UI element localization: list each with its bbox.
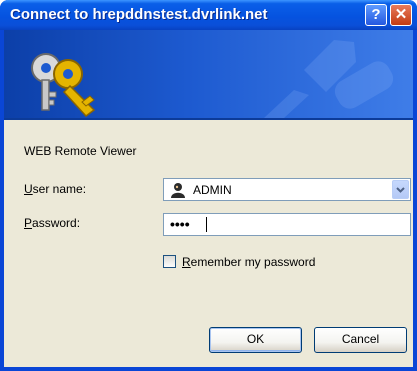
- login-dialog: Connect to hrepddnstest.dvrlink.net ? ✕: [0, 0, 417, 371]
- keys-icon: [31, 53, 96, 118]
- password-field[interactable]: ••••: [163, 213, 411, 236]
- chevron-down-icon: [396, 187, 405, 193]
- dialog-banner: [4, 30, 413, 118]
- user-account-icon: [170, 182, 186, 201]
- password-label-text: assword:: [32, 216, 81, 230]
- banner-divider: [4, 118, 413, 120]
- password-label: Password:: [24, 216, 80, 230]
- banner-watermark-keys: [264, 40, 394, 118]
- cancel-button[interactable]: Cancel: [314, 327, 407, 353]
- password-label-accel: P: [24, 216, 33, 230]
- ok-button[interactable]: OK: [209, 327, 302, 353]
- text-caret: [206, 217, 207, 232]
- remember-password-checkbox[interactable]: [163, 255, 176, 268]
- remember-label-accel: R: [182, 255, 191, 269]
- remember-label-text: emember my password: [190, 255, 316, 269]
- banner-art: [31, 40, 394, 118]
- username-label: User name:: [24, 182, 86, 196]
- title-bar[interactable]: Connect to hrepddnstest.dvrlink.net ? ✕: [0, 0, 417, 30]
- window-title: Connect to hrepddnstest.dvrlink.net: [10, 6, 268, 23]
- username-combobox[interactable]: ADMIN: [163, 178, 411, 201]
- password-masked-value: ••••: [170, 216, 190, 232]
- realm-text: WEB Remote Viewer: [24, 144, 137, 158]
- username-dropdown-button[interactable]: [392, 180, 409, 199]
- close-button[interactable]: ✕: [390, 4, 412, 26]
- username-label-accel: U: [24, 182, 33, 196]
- username-label-text: ser name:: [32, 182, 87, 196]
- help-button[interactable]: ?: [365, 4, 387, 26]
- remember-password-label[interactable]: Remember my password: [182, 255, 315, 269]
- username-value: ADMIN: [193, 183, 232, 197]
